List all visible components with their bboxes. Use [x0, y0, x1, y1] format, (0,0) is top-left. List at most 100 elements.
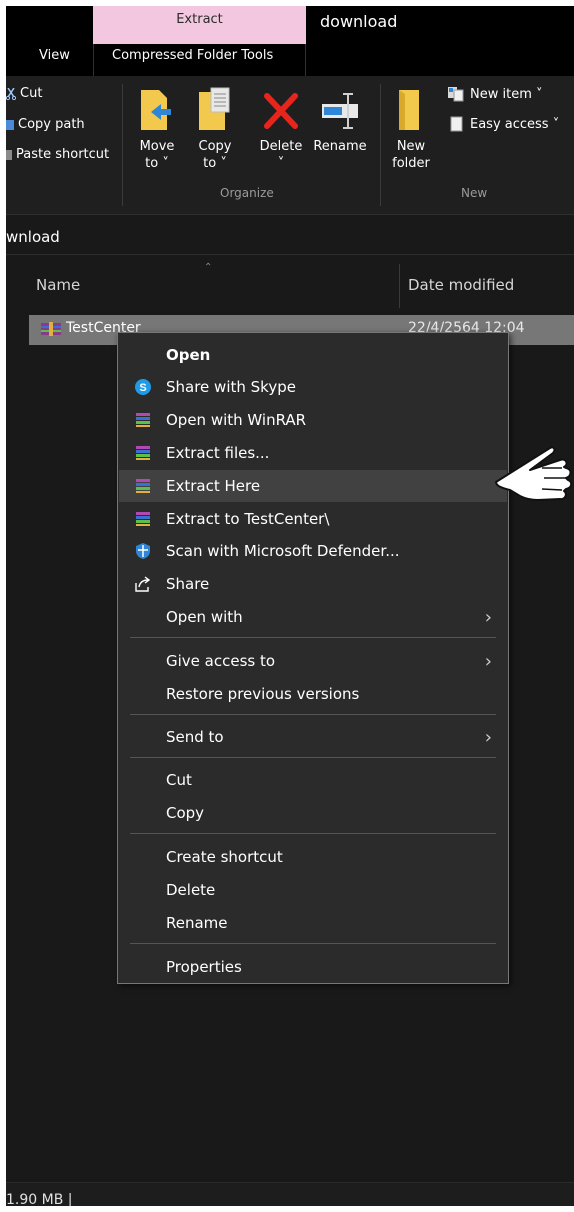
menu-item-label: Create shortcut [166, 848, 283, 866]
status-bar [6, 1182, 574, 1206]
rename-label: Rename [313, 139, 367, 154]
move-to-button[interactable]: Move to ˅ [134, 86, 180, 172]
winrar-archive-icon [41, 322, 61, 336]
column-divider[interactable] [399, 264, 400, 308]
status-text: 1.90 MB | [6, 1192, 73, 1206]
tab-extract[interactable]: Extract [93, 6, 306, 44]
new-group-label: New [461, 186, 488, 200]
menu-item-label: Open [166, 346, 211, 364]
menu-item-properties[interactable]: Properties [130, 951, 496, 983]
menu-item-give-access-to[interactable]: Give access to › [130, 645, 496, 677]
menu-separator [130, 943, 496, 944]
menu-item-extract-files[interactable]: Extract files... [130, 437, 496, 469]
new-item-label: New item ˅ [470, 86, 543, 102]
menu-item-label: Give access to [166, 652, 276, 670]
ribbon-divider [122, 84, 123, 206]
menu-item-cut[interactable]: Cut [130, 764, 496, 796]
delete-label: Delete [259, 139, 303, 154]
copy-path-label: Copy path [18, 117, 85, 132]
svg-text:S: S [139, 382, 146, 394]
move-to-icon [141, 90, 171, 130]
easy-access-label: Easy access ˅ [470, 116, 560, 132]
new-folder-label-2: folder [392, 156, 430, 171]
menu-item-open-with-winrar[interactable]: Open with WinRAR [130, 404, 496, 436]
tab-compressed-folder-tools[interactable]: Compressed Folder Tools [112, 48, 273, 63]
context-menu: Open S Share with Skype Open with WinRAR… [117, 332, 509, 984]
scissors-icon [6, 87, 16, 100]
ribbon-divider [380, 84, 381, 206]
menu-item-label: Restore previous versions [166, 685, 360, 703]
winrar-icon [136, 446, 150, 460]
delete-button[interactable]: Delete ˅ [258, 86, 304, 172]
menu-item-rename[interactable]: Rename [130, 907, 496, 939]
chevron-right-icon: › [484, 650, 492, 672]
copy-to-label-2: to ˅ [203, 156, 227, 171]
menu-item-label: Send to [166, 728, 224, 746]
menu-item-label: Extract Here [166, 477, 261, 495]
menu-item-send-to[interactable]: Send to › [130, 721, 496, 753]
menu-item-label: Share with Skype [166, 378, 296, 396]
cut-label: Cut [20, 86, 43, 101]
paste-shortcut-button[interactable]: Paste shortcut [6, 147, 109, 162]
menu-item-label: Extract files... [166, 444, 270, 462]
paste-shortcut-label: Paste shortcut [16, 147, 110, 162]
menu-item-open-with[interactable]: Open with › [130, 601, 496, 633]
skype-icon: S [135, 379, 151, 395]
menu-item-delete[interactable]: Delete [130, 874, 496, 906]
menu-item-label: Copy [166, 804, 205, 822]
tab-extract-label: Extract [176, 12, 223, 27]
menu-item-label: Cut [166, 771, 192, 789]
menu-item-create-shortcut[interactable]: Create shortcut [130, 841, 496, 873]
menu-item-label: Open with WinRAR [166, 411, 307, 429]
organize-group-label: Organize [220, 186, 274, 200]
menu-item-label: Open with [166, 608, 243, 626]
paste-shortcut-icon [6, 149, 12, 160]
window-title: download [320, 12, 398, 31]
delete-caret: ˅ [277, 156, 285, 171]
column-header-date-modified[interactable]: Date modified [408, 276, 514, 294]
menu-item-open[interactable]: Open [130, 339, 496, 371]
rename-button[interactable]: Rename [312, 86, 368, 155]
new-item-icon [448, 87, 464, 102]
menu-item-label: Extract to TestCenter\ [166, 510, 330, 528]
winrar-icon [136, 479, 150, 493]
share-icon [135, 576, 151, 592]
menu-item-label: Scan with Microsoft Defender... [166, 542, 400, 560]
easy-access-icon [450, 116, 463, 132]
tab-view[interactable]: View [39, 48, 70, 63]
new-folder-label-1: New [396, 139, 426, 154]
copy-path-button[interactable]: Copy path [6, 117, 85, 132]
sort-indicator-icon: ⌃ [204, 262, 213, 273]
winrar-icon [136, 512, 150, 526]
menu-item-share[interactable]: Share [130, 568, 496, 600]
menu-item-label: Properties [166, 958, 242, 976]
menu-item-share-with-skype[interactable]: S Share with Skype [130, 371, 496, 403]
delete-x-icon [264, 93, 298, 129]
defender-shield-icon [136, 543, 150, 559]
pointing-hand-icon [495, 446, 573, 501]
move-to-label-2: to ˅ [145, 156, 169, 171]
menu-item-extract-here[interactable]: Extract Here [119, 470, 507, 502]
menu-item-label: Rename [166, 914, 228, 932]
cut-button[interactable]: Cut [6, 86, 42, 101]
menu-item-label: Delete [166, 881, 216, 899]
menu-item-scan-defender[interactable]: Scan with Microsoft Defender... [130, 535, 496, 567]
address-path: wnload [6, 228, 60, 246]
chevron-right-icon: › [484, 726, 492, 748]
new-folder-button[interactable]: New folder [388, 86, 434, 172]
copy-to-button[interactable]: Copy to ˅ [192, 86, 238, 172]
address-bar[interactable] [6, 218, 574, 255]
menu-separator [130, 637, 496, 638]
menu-item-label: Share [166, 575, 210, 593]
easy-access-button[interactable]: Easy access ˅ [447, 116, 559, 132]
new-item-button[interactable]: New item ˅ [447, 86, 543, 102]
menu-item-copy[interactable]: Copy [130, 797, 496, 829]
menu-item-restore-previous-versions[interactable]: Restore previous versions [130, 678, 496, 710]
rename-icon [322, 93, 358, 129]
menu-item-extract-to[interactable]: Extract to TestCenter\ [130, 503, 496, 535]
copy-to-label-1: Copy [198, 139, 232, 154]
copy-to-icon [199, 87, 230, 130]
column-header-name[interactable]: Name [36, 276, 80, 294]
menu-separator [130, 757, 496, 758]
move-to-label-1: Move [139, 139, 175, 154]
